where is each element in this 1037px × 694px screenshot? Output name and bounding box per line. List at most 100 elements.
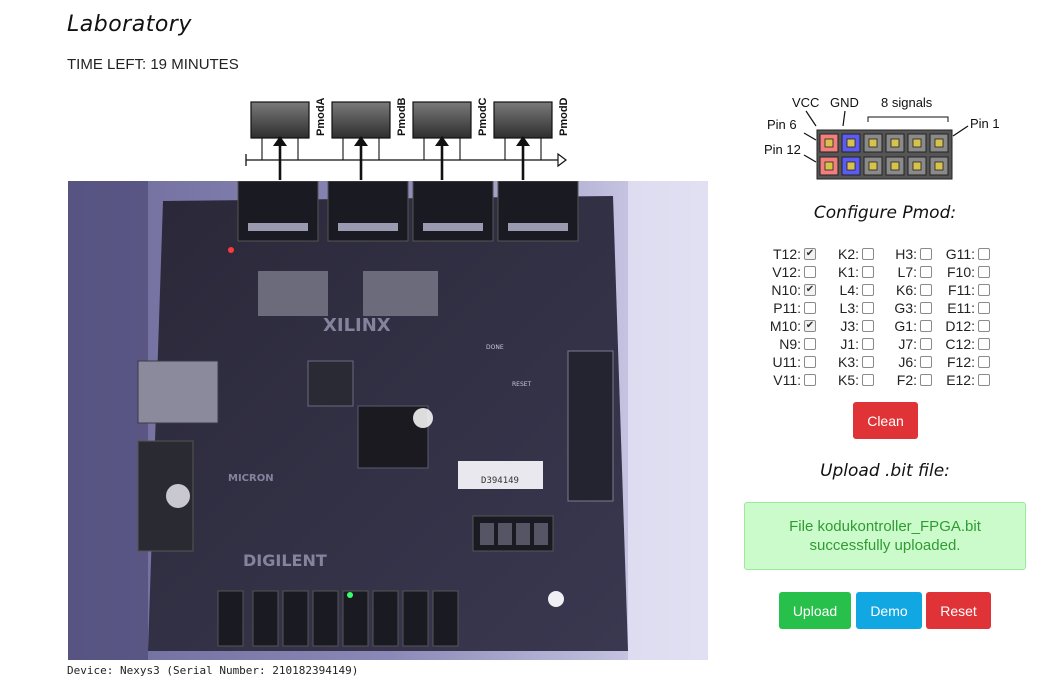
pin-checkbox[interactable] (862, 320, 874, 332)
pin-checkbox[interactable] (804, 374, 816, 386)
pin-row: T12: ✔ K2: H3: G11: (762, 245, 1007, 263)
pin-option: G11: (936, 246, 994, 262)
pin-checkbox[interactable] (920, 356, 932, 368)
pin-label: F12: (946, 354, 975, 370)
pin-checkbox[interactable] (862, 266, 874, 278)
pin-label: V12: (772, 264, 801, 280)
pinout-pin1-label: Pin 1 (970, 116, 1000, 131)
pin-row: V12: K1: L7: F10: (762, 263, 1007, 281)
pin-label: T12: (772, 246, 801, 262)
pin-checkbox[interactable] (978, 248, 990, 260)
pin-row: U11: K3: J6: F12: (762, 353, 1007, 371)
pinout-vcc-label: VCC (792, 95, 819, 110)
pin-label: H3: (895, 246, 917, 262)
pin-option: L4: (820, 282, 878, 298)
pin-checkbox[interactable] (804, 302, 816, 314)
pmod-d-label: PmodD (558, 97, 570, 136)
pin-checkbox[interactable] (920, 320, 932, 332)
pin-option: J7: (878, 336, 936, 352)
pin-label: K6: (895, 282, 917, 298)
pin-checkbox[interactable] (804, 356, 816, 368)
demo-button[interactable]: Demo (856, 592, 922, 629)
pin-option: C12: (936, 336, 994, 352)
pin-checkbox[interactable] (978, 266, 990, 278)
pin-label: K3: (837, 354, 859, 370)
upload-button[interactable]: Upload (779, 592, 851, 629)
pin-checkbox[interactable] (978, 302, 990, 314)
pmod-port-diagram: PmodA PmodB PmodC PmodD (240, 96, 570, 180)
pin-row: V11: K5: F2: E12: (762, 371, 1007, 389)
pmod-c-block: PmodC (412, 97, 489, 180)
pin-label: N10: (771, 282, 801, 298)
pin-label: F11: (948, 282, 975, 298)
pin-checkbox[interactable] (862, 248, 874, 260)
pin-checkbox[interactable] (920, 266, 932, 278)
pin-checkbox[interactable] (920, 284, 932, 296)
clean-button[interactable]: Clean (853, 402, 918, 439)
pin-label: F2: (896, 372, 917, 388)
pin-checkbox[interactable] (862, 356, 874, 368)
pin-label: K5: (837, 372, 859, 388)
pin-checkbox[interactable] (920, 302, 932, 314)
pin-option: T12: ✔ (762, 246, 820, 262)
pin-label: K1: (837, 264, 859, 280)
pin-label: K2: (837, 246, 859, 262)
pin-option: L7: (878, 264, 936, 280)
pin-option: K1: (820, 264, 878, 280)
pin-option: L3: (820, 300, 878, 316)
reset-button[interactable]: Reset (926, 592, 991, 629)
pin-label: J1: (840, 336, 859, 352)
configure-pmod-heading: Configure Pmod: (813, 203, 957, 223)
pin-option: V12: (762, 264, 820, 280)
board-brand-xilinx: XILINX (323, 315, 391, 336)
board-label-reset: RESET (512, 381, 532, 388)
pin-option: F2: (878, 372, 936, 388)
pin-label: J7: (898, 336, 917, 352)
pin-label: V11: (773, 372, 801, 388)
pin-label: M10: (769, 318, 801, 334)
pin-checkbox[interactable]: ✔ (804, 320, 816, 332)
pin-option: G3: (878, 300, 936, 316)
pin-row: P11: L3: G3: E11: (762, 299, 1007, 317)
device-info: Device: Nexys3 (Serial Number: 210182394… (67, 664, 359, 677)
pmod-b-label: PmodB (396, 97, 408, 136)
pin-checkbox[interactable] (978, 356, 990, 368)
pin-checkbox[interactable] (978, 284, 990, 296)
pin-option: K3: (820, 354, 878, 370)
pin-configuration-grid: T12: ✔ K2: H3: G11: V12: K1: L7: F10: N10: ✔ L4: K6:… (762, 245, 1007, 389)
pin-row: N10: ✔ L4: K6: F11: (762, 281, 1007, 299)
pmod-d-block: PmodD (493, 97, 570, 180)
board-brand-digilent: DIGILENT (243, 551, 327, 570)
pinout-signals-label: 8 signals (881, 95, 933, 110)
pin-option: N10: ✔ (762, 282, 820, 298)
pin-option: E12: (936, 372, 994, 388)
pin-checkbox[interactable] (804, 266, 816, 278)
pin-checkbox[interactable] (920, 248, 932, 260)
pin-option: P11: (762, 300, 820, 316)
pin-checkbox[interactable] (862, 302, 874, 314)
pmod-c-label: PmodC (477, 97, 489, 136)
pin-checkbox[interactable] (978, 374, 990, 386)
pin-option: G1: (878, 318, 936, 334)
pin-checkbox[interactable] (862, 374, 874, 386)
pin-checkbox[interactable]: ✔ (804, 248, 816, 260)
pin-checkbox[interactable] (804, 338, 816, 350)
pin-checkbox[interactable] (978, 320, 990, 332)
pmod-b-block: PmodB (331, 97, 408, 180)
upload-status-alert: File kodukontroller_FPGA.bit successfull… (744, 502, 1026, 570)
pmod-pinout-diagram: VCC GND 8 signals Pin 6 Pin 12 Pin 1 (760, 92, 1010, 184)
pin-row: N9: J1: J7: C12: (762, 335, 1007, 353)
pin-option: D12: (936, 318, 994, 334)
board-label-done: DONE (486, 344, 504, 351)
pin-checkbox[interactable] (978, 338, 990, 350)
pin-checkbox[interactable] (862, 338, 874, 350)
pin-label: G3: (894, 300, 917, 316)
pin-label: U11: (772, 354, 801, 370)
pin-checkbox[interactable] (920, 374, 932, 386)
pin-checkbox[interactable] (862, 284, 874, 296)
pin-label: L4: (839, 282, 859, 298)
pin-option: J1: (820, 336, 878, 352)
pin-checkbox[interactable]: ✔ (804, 284, 816, 296)
pin-option: K2: (820, 246, 878, 262)
pin-checkbox[interactable] (920, 338, 932, 350)
